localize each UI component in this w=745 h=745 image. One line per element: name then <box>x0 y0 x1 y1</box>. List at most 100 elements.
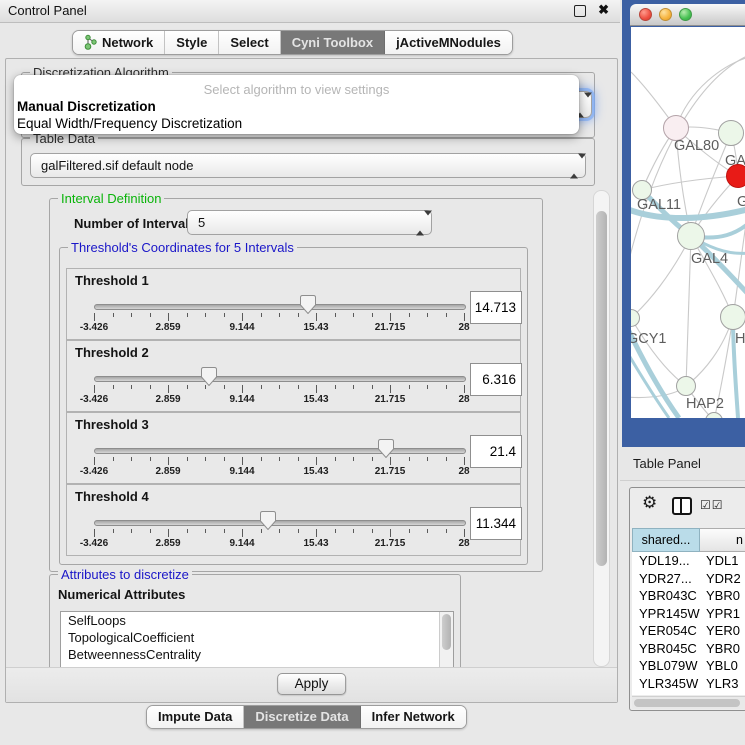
threshold-slider-thumb[interactable] <box>260 511 276 530</box>
tick-mark <box>427 457 428 461</box>
threshold-slider-track[interactable] <box>94 376 466 382</box>
network-node-ga[interactable] <box>718 120 744 146</box>
tick-mark <box>113 529 114 533</box>
tick-mark <box>94 457 95 465</box>
dropdown-item-manual-discretization[interactable]: Manual Discretization <box>17 99 156 114</box>
tab-impute-data[interactable]: Impute Data <box>147 706 244 728</box>
node-table-window: ⚙ ☑☑ shared... n YDL19...YDL1YDR27...YDR… <box>629 487 745 711</box>
table-row[interactable]: YER054CYER0 <box>632 622 745 640</box>
num-intervals-combobox[interactable]: 5 <box>187 210 432 235</box>
table-row[interactable]: YBR045CYBR0 <box>632 640 745 658</box>
table-row[interactable]: YLR345WYLR3 <box>632 675 745 693</box>
tick-mark <box>390 529 391 537</box>
table-row[interactable]: YIL052CYIL0 <box>632 692 745 695</box>
tick-mark <box>298 313 299 317</box>
control-panel-title: Control Panel <box>8 3 87 18</box>
network-node-hap2[interactable] <box>676 376 696 396</box>
scale-tick-label: 15.43 <box>303 466 328 477</box>
tick-mark <box>242 385 243 393</box>
tick-mark <box>242 457 243 465</box>
scale-tick-label: -3.426 <box>80 466 108 477</box>
scale-tick-label: 9.144 <box>229 394 254 405</box>
threshold-slider-thumb[interactable] <box>300 295 316 314</box>
threshold-slider-track[interactable] <box>94 448 466 454</box>
apply-button[interactable]: Apply <box>277 673 347 695</box>
scrollbar-thumb[interactable] <box>442 614 451 650</box>
table-horizontal-scrollbar[interactable] <box>632 696 745 709</box>
tick-mark <box>205 457 206 461</box>
table-rows: YDL19...YDL1YDR27...YDR2YBR043CYBR0YPR14… <box>632 552 745 695</box>
tab-discretize-data[interactable]: Discretize Data <box>244 706 360 728</box>
tick-mark <box>335 385 336 389</box>
dropdown-item-equal-width-frequency[interactable]: Equal Width/Frequency Discretization <box>17 116 242 131</box>
network-node-h[interactable] <box>720 304 745 330</box>
minimize-traffic-light-icon[interactable] <box>659 8 672 21</box>
tick-mark <box>427 385 428 389</box>
column-header-name[interactable]: n <box>700 528 745 552</box>
table-data-value: galFiltered.sif default node <box>41 158 193 173</box>
scale-tick-label: -3.426 <box>80 394 108 405</box>
attribute-items: SelfLoopsTopologicalCoefficientBetweenne… <box>61 612 453 663</box>
threshold-value-field[interactable]: 6.316 <box>470 363 522 396</box>
thresholds-group-title: Threshold's Coordinates for 5 Intervals <box>68 240 297 255</box>
table-row[interactable]: YDR27...YDR2 <box>632 570 745 588</box>
threshold-slider-track[interactable] <box>94 520 466 526</box>
threshold-slider-track[interactable] <box>94 304 466 310</box>
close-icon[interactable]: ✖ <box>598 2 609 18</box>
tab-style[interactable]: Style <box>165 31 219 54</box>
threshold-label: Threshold 1 <box>75 273 149 288</box>
gear-icon[interactable]: ⚙ <box>642 494 657 511</box>
column-header-shared-name[interactable]: shared... <box>632 528 700 552</box>
tick-mark <box>94 385 95 393</box>
network-canvas[interactable]: GAL80GAGGAL11GAL4GCY1HHAP2 <box>631 27 745 418</box>
slider-tick-marks <box>94 385 464 394</box>
threshold-value-field[interactable]: 11.344 <box>470 507 522 540</box>
tab-network[interactable]: Network <box>73 31 165 54</box>
table-row[interactable]: YPR145WYPR1 <box>632 605 745 623</box>
algorithm-dropdown-popup: Select algorithm to view settings Manual… <box>14 75 579 134</box>
network-window-titlebar[interactable] <box>630 4 745 26</box>
attribute-list-item[interactable]: BetweennessCentrality <box>61 646 453 663</box>
network-node-g[interactable] <box>726 164 745 188</box>
tick-mark <box>168 457 169 465</box>
threshold-value-field[interactable]: 14.713 <box>470 291 522 324</box>
cell-shared-name: YBR043C <box>639 588 697 603</box>
tick-mark <box>298 385 299 389</box>
attribute-list-item[interactable]: SelfLoops <box>61 612 453 629</box>
tick-mark <box>242 529 243 537</box>
close-traffic-light-icon[interactable] <box>639 8 652 21</box>
select-columns-checkbox-icons[interactable]: ☑☑ <box>700 498 724 512</box>
threshold-value-field[interactable]: 21.4 <box>470 435 522 468</box>
tick-mark <box>464 313 465 321</box>
tab-select[interactable]: Select <box>219 31 280 54</box>
split-columns-icon[interactable] <box>672 497 692 515</box>
tick-mark <box>113 385 114 389</box>
scale-tick-label: 21.715 <box>375 394 406 405</box>
table-data-combobox[interactable]: galFiltered.sif default node <box>30 153 586 178</box>
scrollbar-thumb[interactable] <box>596 211 607 566</box>
threshold-label: Threshold 4 <box>75 489 149 504</box>
tick-mark <box>372 385 373 389</box>
threshold-slider-thumb[interactable] <box>378 439 394 458</box>
settings-vertical-scrollbar[interactable] <box>593 190 610 667</box>
slider-tick-marks <box>94 313 464 322</box>
cell-shared-name: YER054C <box>639 623 697 638</box>
cell-name: YLR3 <box>706 676 739 691</box>
tab-cyni-toolbox[interactable]: Cyni Toolbox <box>281 31 385 54</box>
scale-tick-label: 28 <box>458 394 469 405</box>
scale-tick-label: 2.859 <box>155 394 180 405</box>
tab-jactivemnodules[interactable]: jActiveMNodules <box>385 31 512 54</box>
table-row[interactable]: YDL19...YDL1 <box>632 552 745 570</box>
threshold-slider-thumb[interactable] <box>201 367 217 386</box>
tick-mark <box>205 529 206 533</box>
float-window-icon[interactable] <box>574 5 586 17</box>
node-label: H <box>735 331 745 347</box>
scrollbar-thumb[interactable] <box>634 699 740 707</box>
zoom-traffic-light-icon[interactable] <box>679 8 692 21</box>
tab-infer-network[interactable]: Infer Network <box>361 706 466 728</box>
table-row[interactable]: YBL079WYBL0 <box>632 657 745 675</box>
network-node-gal4[interactable] <box>677 222 705 250</box>
attribute-list-item[interactable]: TopologicalCoefficient <box>61 629 453 646</box>
table-row[interactable]: YBR043CYBR0 <box>632 587 745 605</box>
attributes-list-scrollbar[interactable] <box>439 612 453 667</box>
